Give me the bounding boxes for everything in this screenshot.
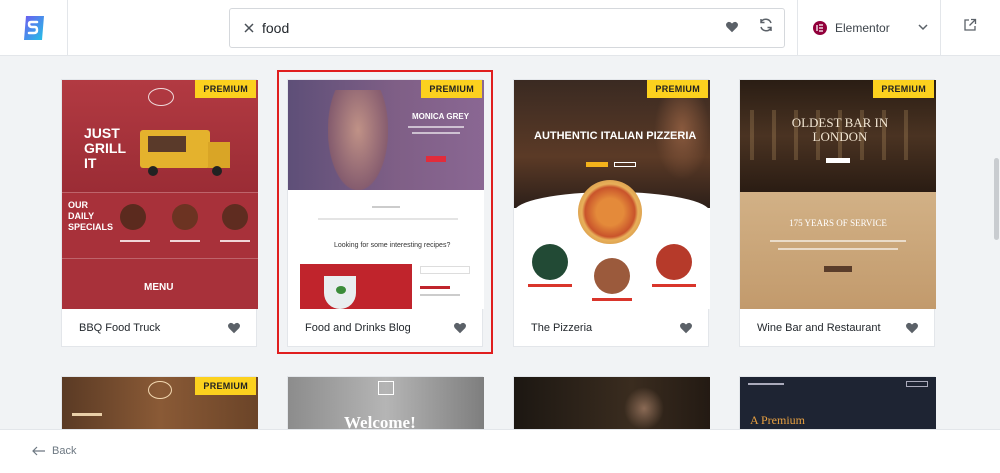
bbq-headline: JUST GRILL IT bbox=[84, 125, 126, 171]
premium-badge: PREMIUM bbox=[873, 80, 934, 98]
search-input[interactable] bbox=[262, 18, 682, 38]
template-thumbnail[interactable] bbox=[514, 377, 710, 430]
favorite-heart-icon[interactable] bbox=[227, 321, 241, 335]
scrollbar-thumb[interactable] bbox=[994, 158, 999, 240]
template-thumbnail[interactable]: OLDEST BAR IN LONDON 175 YEARS OF SERVIC… bbox=[740, 80, 936, 309]
scrollbar-track[interactable] bbox=[993, 56, 1000, 429]
card-footer: The Pizzeria bbox=[514, 309, 710, 347]
search-box bbox=[229, 8, 785, 48]
template-card[interactable]: JUST GRILL IT OUR DAILY SPECIALS MENU PR… bbox=[61, 79, 258, 347]
template-title[interactable]: BBQ Food Truck bbox=[79, 322, 160, 334]
template-title[interactable]: The Pizzeria bbox=[531, 322, 592, 334]
template-card[interactable]: OLDEST BAR IN LONDON 175 YEARS OF SERVIC… bbox=[739, 79, 936, 347]
template-thumbnail[interactable]: AUTHENTIC ITALIAN PIZZERIA bbox=[514, 80, 710, 309]
premium-badge: PREMIUM bbox=[195, 80, 256, 98]
selection-highlight bbox=[277, 70, 493, 354]
header-divider bbox=[797, 0, 798, 56]
external-link-icon[interactable] bbox=[963, 18, 977, 32]
template-card[interactable] bbox=[513, 376, 710, 430]
chevron-down-icon bbox=[918, 24, 928, 31]
template-thumbnail[interactable]: A Premium bbox=[740, 377, 936, 430]
arrow-left-icon bbox=[32, 446, 45, 456]
clear-search-icon[interactable] bbox=[240, 19, 258, 37]
template-card[interactable]: A Premium bbox=[739, 376, 936, 430]
template-thumbnail[interactable]: JUST GRILL IT OUR DAILY SPECIALS MENU bbox=[62, 80, 258, 309]
premium-badge: PREMIUM bbox=[195, 377, 256, 395]
premium-badge: PREMIUM bbox=[647, 80, 708, 98]
bbq-menu: MENU bbox=[144, 282, 174, 293]
pizzeria-headline: AUTHENTIC ITALIAN PIZZERIA bbox=[534, 130, 697, 142]
page-builder-select[interactable]: Elementor bbox=[813, 18, 928, 38]
wine-headline: OLDEST BAR IN LONDON bbox=[791, 115, 889, 144]
bottom-bar: Back bbox=[0, 429, 1000, 473]
row2-premium-heading: A Premium bbox=[750, 413, 806, 427]
back-button[interactable]: Back bbox=[32, 445, 76, 457]
top-header: Elementor bbox=[0, 0, 1000, 56]
logo[interactable] bbox=[0, 0, 68, 56]
bbq-specials: OUR DAILY SPECIALS bbox=[68, 200, 114, 232]
back-label: Back bbox=[52, 445, 77, 457]
template-card[interactable]: Welcome! bbox=[287, 376, 484, 430]
header-divider-right bbox=[940, 0, 941, 56]
page-builder-label: Elementor bbox=[835, 21, 890, 35]
row2-welcome: Welcome! bbox=[344, 413, 416, 430]
template-title[interactable]: Wine Bar and Restaurant bbox=[757, 322, 881, 334]
elementor-icon bbox=[813, 21, 827, 35]
wine-subheading: 175 YEARS OF SERVICE bbox=[789, 218, 887, 228]
favorite-heart-icon[interactable] bbox=[905, 321, 919, 335]
card-footer: BBQ Food Truck bbox=[62, 309, 258, 347]
card-footer: Wine Bar and Restaurant bbox=[740, 309, 936, 347]
template-card[interactable]: PREMIUM bbox=[61, 376, 258, 430]
template-thumbnail[interactable]: Welcome! bbox=[288, 377, 484, 430]
template-card[interactable]: AUTHENTIC ITALIAN PIZZERIA PREMIUM The P… bbox=[513, 79, 710, 347]
favorites-heart-icon[interactable] bbox=[725, 20, 739, 34]
favorite-heart-icon[interactable] bbox=[679, 321, 693, 335]
starter-templates-logo-icon bbox=[23, 16, 44, 40]
refresh-icon[interactable] bbox=[758, 17, 774, 33]
